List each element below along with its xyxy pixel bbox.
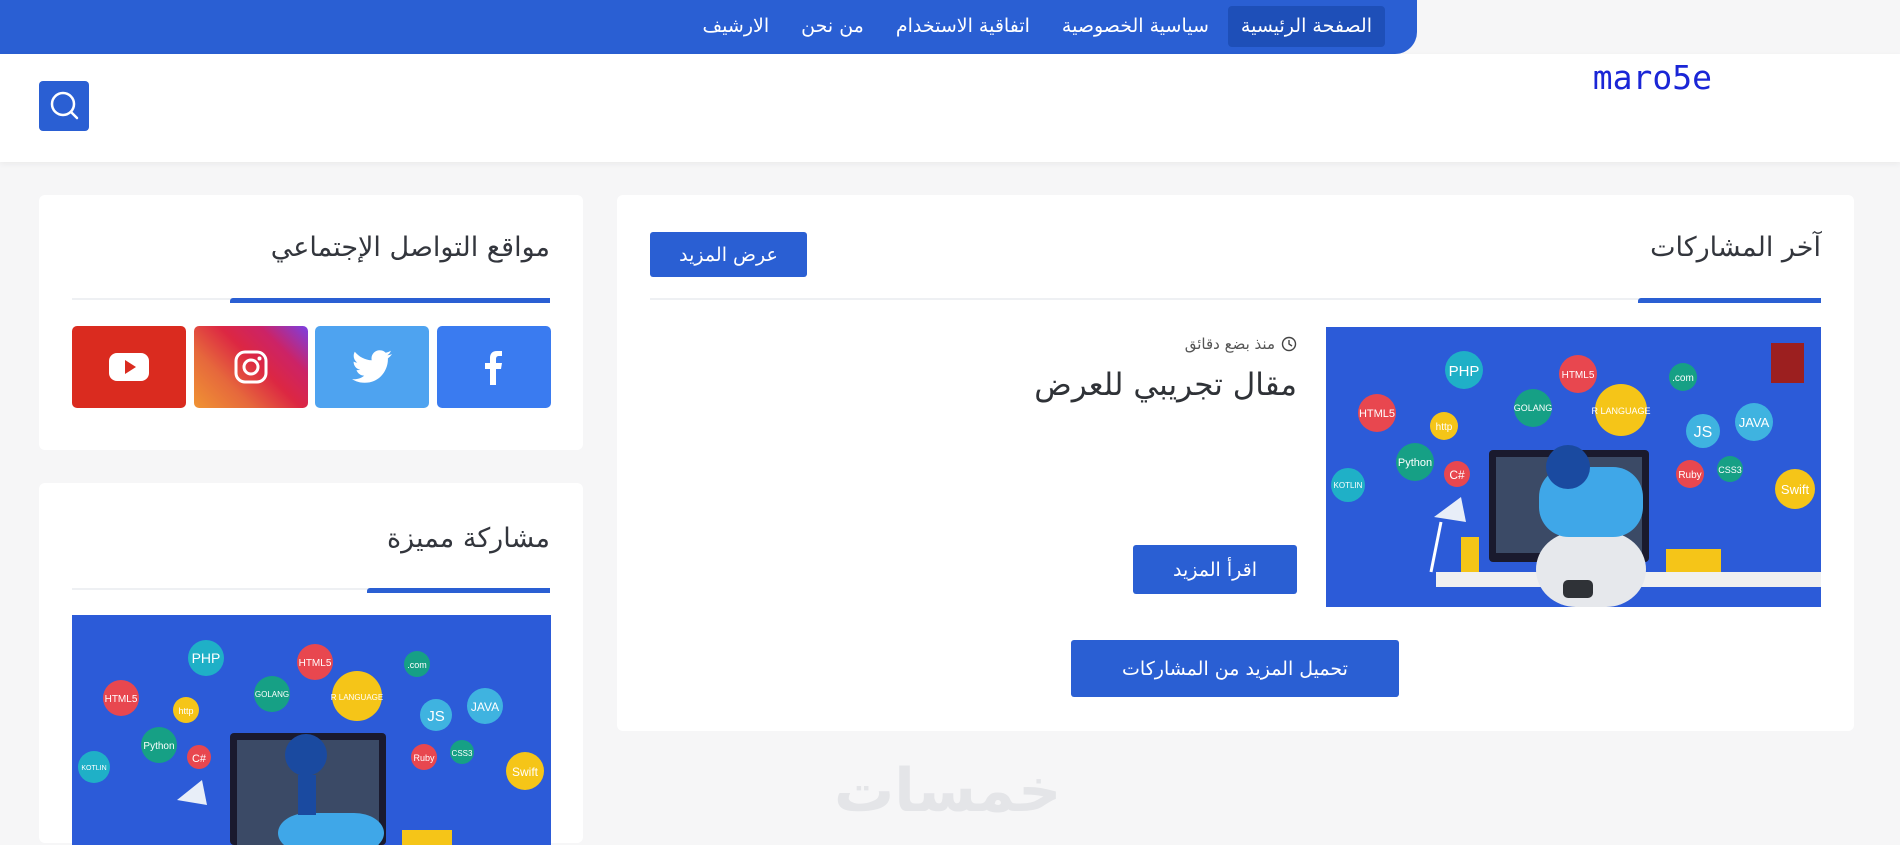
nav-menu: الصفحة الرئيسية سياسية الخصوصية اتفاقية … (690, 6, 1385, 47)
svg-text:.com: .com (407, 660, 427, 670)
svg-text:HTML5: HTML5 (299, 658, 332, 669)
post-thumbnail[interactable]: PHP HTML5 .com HTML5 GOLANG R LANGUAGE J… (1326, 327, 1821, 607)
top-nav: الصفحة الرئيسية سياسية الخصوصية اتفاقية … (0, 0, 1417, 54)
svg-text:CSS3: CSS3 (452, 749, 473, 758)
svg-text:R LANGUAGE: R LANGUAGE (1591, 406, 1650, 416)
search-button[interactable] (39, 81, 89, 131)
svg-text:HTML5: HTML5 (1562, 370, 1595, 381)
svg-text:CSS3: CSS3 (1718, 465, 1742, 475)
post-meta: منذ بضع دقائق (1185, 335, 1297, 353)
social-links-card: مواقع التواصل الإجتماعي (39, 195, 583, 450)
instagram-icon (234, 350, 268, 384)
featured-post-card: مشاركة مميزة PHP HTML5 .com HTML5 GOLANG… (39, 483, 583, 845)
nav-item-privacy[interactable]: سياسية الخصوصية (1049, 6, 1222, 47)
svg-text:PHP: PHP (192, 650, 221, 666)
youtube-button[interactable] (72, 326, 186, 408)
khamsat-watermark: خمسات (834, 756, 1062, 826)
site-header: maro5e (0, 54, 1900, 162)
svg-text:C#: C# (192, 753, 207, 765)
section-divider (650, 298, 1821, 303)
svg-text:Python: Python (143, 741, 174, 752)
twitter-icon (352, 350, 392, 383)
svg-text:GOLANG: GOLANG (1514, 403, 1553, 413)
latest-posts-title: آخر المشاركات (1650, 232, 1821, 263)
latest-posts-card: آخر المشاركات عرض المزيد PHP HTML5 .com … (617, 195, 1854, 731)
nav-item-terms[interactable]: اتفاقية الاستخدام (883, 6, 1043, 47)
svg-text:GOLANG: GOLANG (255, 690, 289, 699)
clock-icon (1281, 336, 1297, 352)
svg-text:R LANGUAGE: R LANGUAGE (331, 693, 383, 702)
nav-item-home[interactable]: الصفحة الرئيسية (1227, 6, 1385, 47)
featured-thumbnail[interactable]: PHP HTML5 .com HTML5 GOLANG R LANGUAGE J… (72, 615, 551, 845)
facebook-button[interactable] (437, 326, 551, 408)
post-time: منذ بضع دقائق (1184, 335, 1275, 353)
svg-text:http: http (1436, 422, 1453, 433)
developer-illustration: PHP HTML5 .com HTML5 GOLANG R LANGUAGE J… (1326, 327, 1821, 607)
svg-text:Python: Python (1398, 457, 1432, 469)
svg-text:JAVA: JAVA (1739, 415, 1770, 430)
social-title: مواقع التواصل الإجتماعي (270, 232, 550, 263)
section-divider (72, 588, 550, 593)
view-more-button[interactable]: عرض المزيد (650, 232, 807, 277)
developer-illustration: PHP HTML5 .com HTML5 GOLANG R LANGUAGE J… (72, 615, 551, 845)
nav-item-about[interactable]: من نحن (788, 6, 877, 47)
svg-text:C#: C# (1449, 468, 1465, 482)
svg-text:HTML5: HTML5 (105, 694, 138, 705)
svg-text:HTML5: HTML5 (1359, 408, 1395, 420)
nav-item-archive[interactable]: الارشيف (690, 6, 783, 47)
svg-text:http: http (178, 706, 193, 716)
svg-text:.com: .com (1672, 373, 1694, 384)
load-more-posts-button[interactable]: تحميل المزيد من المشاركات (1071, 640, 1399, 697)
svg-text:JS: JS (427, 708, 445, 725)
featured-title: مشاركة مميزة (387, 523, 550, 554)
svg-text:KOTLIN: KOTLIN (81, 765, 106, 772)
svg-text:Swift: Swift (1781, 482, 1810, 497)
svg-text:Ruby: Ruby (413, 753, 435, 763)
post-title[interactable]: مقال تجريبي للعرض (1034, 367, 1297, 403)
svg-text:PHP: PHP (1449, 363, 1480, 380)
read-more-button[interactable]: اقرأ المزيد (1133, 545, 1297, 594)
youtube-icon (109, 353, 149, 381)
svg-text:Swift: Swift (512, 765, 539, 779)
search-icon (50, 91, 79, 120)
svg-text:JS: JS (1694, 424, 1713, 441)
svg-text:KOTLIN: KOTLIN (1334, 481, 1363, 490)
instagram-button[interactable] (194, 326, 308, 408)
svg-text:Ruby: Ruby (1678, 470, 1701, 481)
svg-text:JAVA: JAVA (471, 700, 499, 714)
site-logo[interactable]: maro5e (1593, 58, 1712, 97)
twitter-button[interactable] (315, 326, 429, 408)
section-divider (72, 298, 550, 303)
facebook-icon (485, 351, 502, 385)
